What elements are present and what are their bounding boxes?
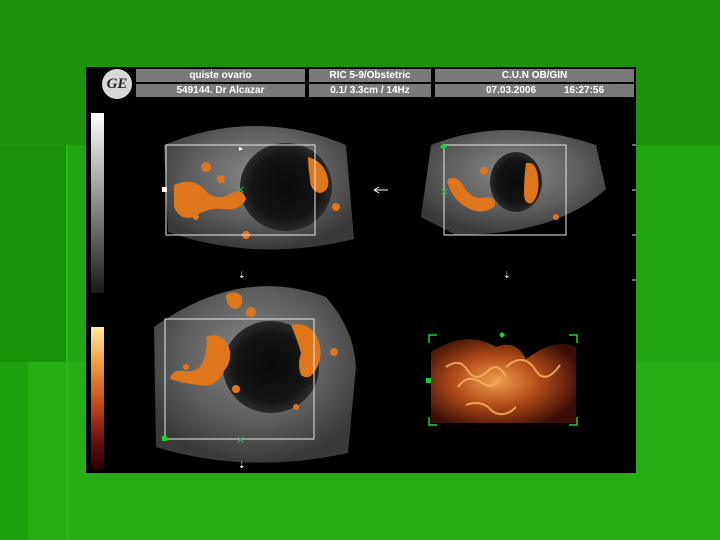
ultrasound-panel: GE quiste ovario RIC 5-9/Obstetric C.U.N… bbox=[86, 67, 636, 473]
svg-text:×: × bbox=[236, 433, 245, 446]
view-c-handle bbox=[162, 436, 167, 441]
scale-ticks bbox=[632, 144, 636, 281]
view-3d: ◆ bbox=[426, 330, 578, 426]
svg-text:⇣: ⇣ bbox=[238, 271, 246, 281]
svg-text:×: × bbox=[236, 183, 245, 196]
view-3d-render bbox=[431, 339, 576, 423]
view-b: ◆ × ⇣ bbox=[421, 130, 606, 281]
svg-text:×: × bbox=[440, 185, 449, 198]
svg-text:⇣: ⇣ bbox=[238, 461, 246, 471]
view-c: × ⇣ bbox=[154, 286, 356, 471]
view-a: ▸ × ⇣ bbox=[162, 126, 388, 281]
svg-text:⇣: ⇣ bbox=[503, 271, 511, 281]
view-a-handle bbox=[162, 187, 167, 192]
ultrasound-views: ▸ × ⇣ ◆ × ⇣ × ⇣ ◆ bbox=[154, 126, 636, 471]
slide-background-line bbox=[66, 145, 68, 540]
svg-text:◆: ◆ bbox=[440, 142, 447, 152]
view-a-arrow-icon bbox=[373, 186, 388, 194]
slide-background-edge bbox=[0, 362, 28, 540]
view-3d-handle bbox=[426, 378, 431, 383]
svg-text:▸: ▸ bbox=[239, 144, 243, 153]
svg-text:◆: ◆ bbox=[499, 330, 506, 339]
